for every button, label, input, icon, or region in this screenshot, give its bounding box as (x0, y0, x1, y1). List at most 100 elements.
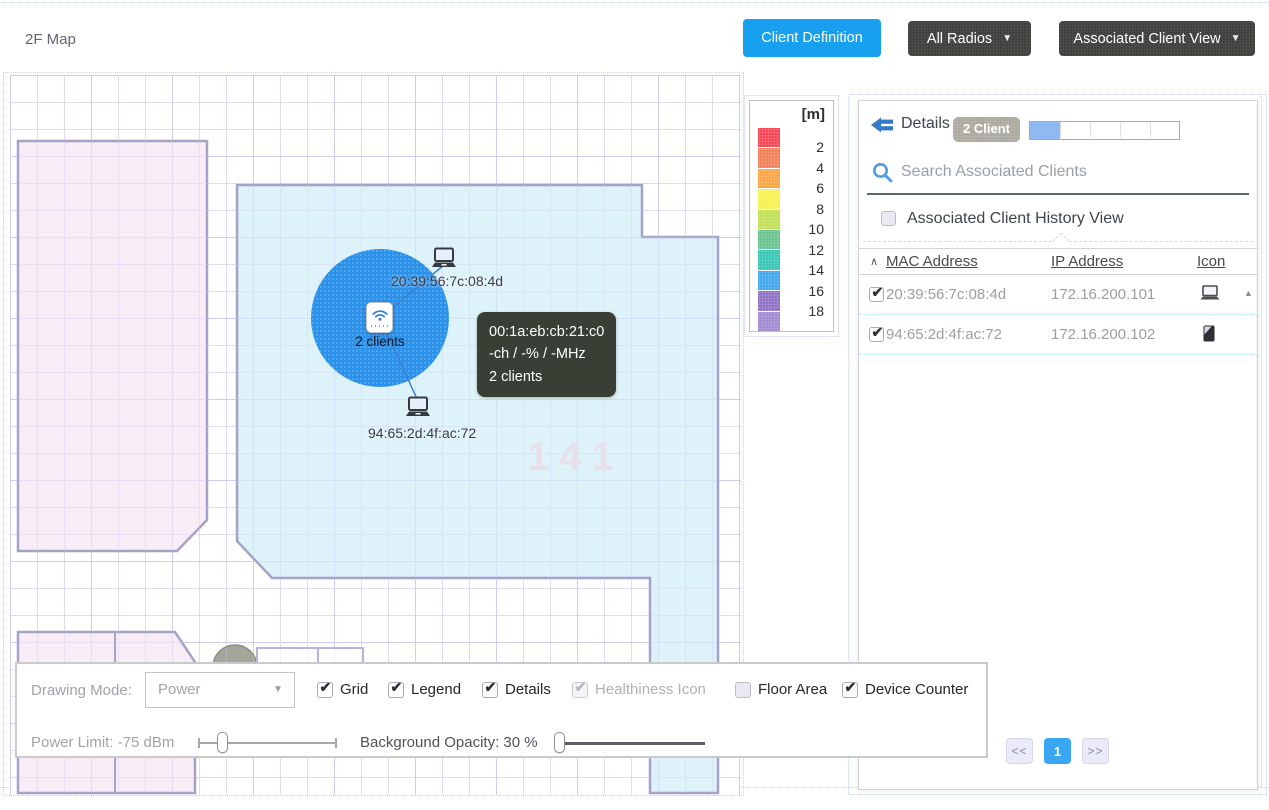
column-header-icon[interactable]: Icon (1197, 253, 1225, 270)
back-button[interactable] (871, 116, 895, 134)
row-checkbox[interactable] (869, 287, 884, 302)
background-opacity-label: Background Opacity: 30 % (360, 734, 538, 751)
search-icon (872, 162, 893, 183)
row-checkbox[interactable] (869, 327, 884, 342)
details-label: Details (505, 681, 551, 698)
table-row[interactable]: 94:65:2d:4f:ac:72 172.16.200.102 (859, 315, 1257, 355)
progress-fill (1030, 122, 1060, 139)
back-arrow-icon (871, 116, 895, 134)
client-count-badge: 2 Client (953, 117, 1020, 142)
all-radios-dropdown[interactable]: All Radios ▼ (908, 21, 1031, 56)
legend-tick: 6 (794, 180, 824, 196)
floor-area-label: Floor Area (758, 681, 827, 698)
grid-label: Grid (340, 681, 368, 698)
legend-swatch (758, 128, 780, 147)
tooltip-channel: -ch / -% / -MHz (489, 343, 604, 365)
device-counter-option[interactable]: Device Counter (842, 681, 968, 698)
map-options-toolbar: Drawing Mode: Power ▼ Grid Legend Detail… (15, 662, 988, 758)
healthiness-icon-option: Healthiness Icon (572, 681, 706, 698)
chevron-down-icon: ▼ (1231, 33, 1241, 44)
history-view-checkbox[interactable] (881, 211, 896, 226)
legend-swatch (758, 169, 780, 188)
ap-client-count-label: 2 clients (344, 334, 416, 349)
table-row[interactable]: 20:39:56:7c:08:4d 172.16.200.101 (859, 275, 1257, 315)
page-title: 2F Map (25, 31, 76, 48)
device-counter-checkbox[interactable] (842, 682, 858, 698)
tooltip-mac: 00:1a:eb:cb:21:c0 (489, 321, 604, 343)
ap-tooltip: 00:1a:eb:cb:21:c0 -ch / -% / -MHz 2 clie… (477, 312, 616, 397)
pagination-first-button[interactable]: << (1006, 738, 1033, 764)
column-header-mac[interactable]: MAC Address (886, 253, 978, 270)
distance-legend: [m] 2 4 6 8 10 12 14 16 18 (749, 100, 834, 332)
floor-area-option[interactable]: Floor Area (735, 681, 827, 698)
app-window: 2F Map Client Definition All Radios ▼ As… (0, 0, 1269, 810)
background-opacity-slider[interactable] (565, 742, 705, 745)
legend-swatch (758, 210, 780, 229)
client-table-header: ∧ MAC Address IP Address Icon (859, 248, 1257, 275)
legend-tick: 2 (794, 139, 824, 155)
all-radios-label: All Radios (927, 31, 992, 47)
legend-swatch (758, 312, 780, 331)
background-opacity-slider-thumb[interactable] (554, 732, 565, 753)
legend-option[interactable]: Legend (388, 681, 461, 698)
history-view-label: Associated Client History View (907, 210, 1124, 228)
tooltip-clients: 2 clients (489, 366, 604, 388)
chevron-down-icon: ▼ (1002, 33, 1012, 44)
ap-led-dots (371, 325, 389, 327)
client2-laptop-icon[interactable] (403, 396, 433, 418)
client1-laptop-icon[interactable] (429, 247, 459, 269)
legend-tick: 4 (794, 160, 824, 176)
scroll-up-icon[interactable]: ▲ (1244, 288, 1253, 298)
device-counter-label: Device Counter (865, 681, 968, 698)
drawing-mode-value: Power (158, 681, 201, 698)
legend-unit-label: [m] (802, 106, 825, 123)
row-ip: 172.16.200.101 (1051, 286, 1155, 303)
sort-ascending-icon: ∧ (870, 255, 878, 268)
legend-swatch (758, 230, 780, 249)
legend-swatch (758, 291, 780, 310)
laptop-icon (1199, 285, 1221, 301)
room-pink-upper (18, 141, 207, 551)
legend-checkbox[interactable] (388, 682, 404, 698)
power-limit-label: Power Limit: -75 dBm (31, 734, 174, 751)
legend-swatch (758, 189, 780, 208)
drawing-mode-label: Drawing Mode: (31, 682, 132, 699)
power-limit-slider[interactable] (199, 742, 336, 744)
grid-checkbox[interactable] (317, 682, 333, 698)
legend-tick: 8 (794, 201, 824, 217)
legend-tick: 10 (794, 221, 824, 237)
legend-swatch (758, 271, 780, 290)
room-number-label: 141 (527, 435, 624, 480)
client1-mac-label: 20:39:56:7c:08:4d (391, 273, 503, 289)
row-mac: 94:65:2d:4f:ac:72 (886, 326, 1002, 343)
drawing-mode-select[interactable]: Power ▼ (145, 672, 295, 708)
details-option[interactable]: Details (482, 681, 551, 698)
floor-area-checkbox[interactable] (735, 682, 751, 698)
legend-tick: 12 (794, 242, 824, 258)
power-limit-slider-thumb[interactable] (217, 732, 228, 753)
chevron-down-icon: ▼ (273, 684, 283, 695)
details-checkbox[interactable] (482, 682, 498, 698)
row-mac: 20:39:56:7c:08:4d (886, 286, 1006, 303)
row-ip: 172.16.200.102 (1051, 326, 1155, 343)
access-point-icon[interactable] (366, 302, 393, 333)
client2-mac-label: 94:65:2d:4f:ac:72 (368, 425, 476, 441)
legend-tick: 18 (794, 303, 824, 319)
pagination-last-button[interactable]: >> (1082, 738, 1109, 764)
client-definition-button[interactable]: Client Definition (743, 19, 881, 57)
associated-client-view-label: Associated Client View (1073, 31, 1220, 47)
legend-tick: 16 (794, 283, 824, 299)
search-input[interactable] (901, 163, 1231, 181)
legend-swatches (758, 128, 780, 331)
column-header-ip[interactable]: IP Address (1051, 253, 1123, 270)
divider-notch (1053, 233, 1070, 250)
phone-icon (1203, 325, 1215, 342)
pagination-current-page[interactable]: 1 (1044, 738, 1071, 764)
top-dotted-edge (0, 2, 1269, 3)
right-dotted-edge (1261, 96, 1262, 787)
search-underline (867, 193, 1249, 195)
associated-client-view-dropdown[interactable]: Associated Client View ▼ (1059, 21, 1255, 56)
grid-option[interactable]: Grid (317, 681, 368, 698)
legend-swatch (758, 250, 780, 269)
wifi-icon (371, 308, 389, 321)
